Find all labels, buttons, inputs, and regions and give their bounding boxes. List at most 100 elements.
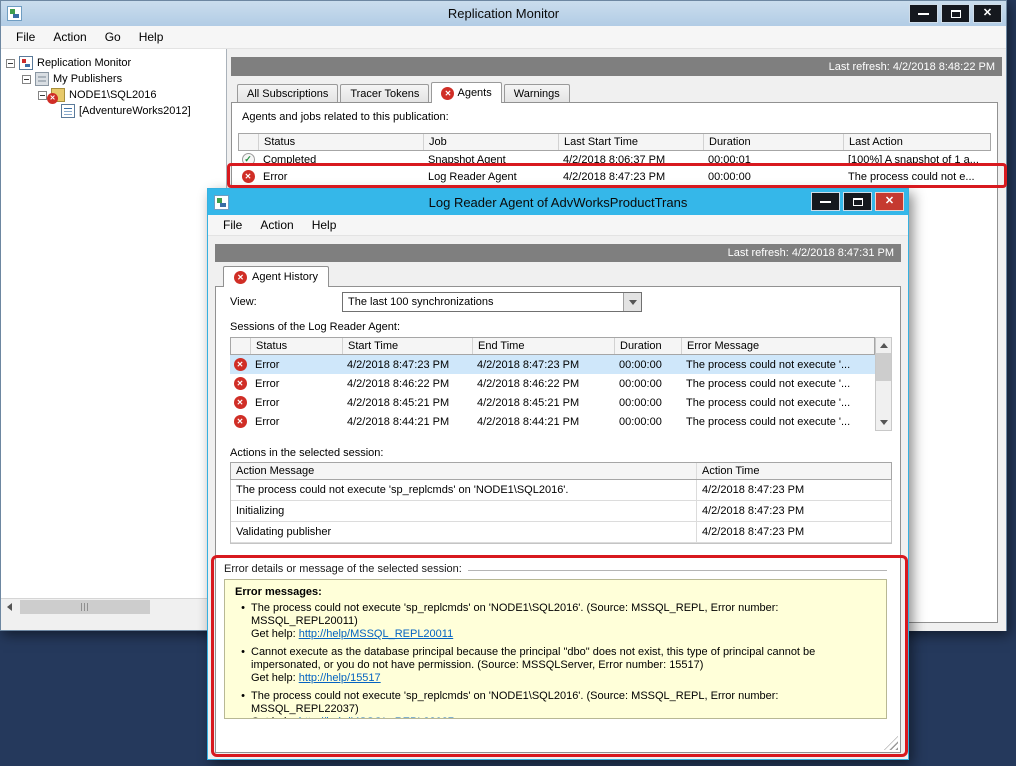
maximize-icon: [951, 10, 961, 18]
view-dropdown[interactable]: The last 100 synchronizations: [342, 292, 642, 312]
collapse-icon[interactable]: [38, 91, 47, 100]
cell-start-time: 4/2/2018 8:45:21 PM: [342, 393, 472, 412]
agents-table-header[interactable]: Status Job Last Start Time Duration Last…: [238, 133, 991, 151]
column-header-icon[interactable]: [239, 134, 259, 150]
table-row-log-reader-agent[interactable]: ✕ Error Log Reader Agent 4/2/2018 8:47:2…: [238, 168, 991, 185]
menu-action[interactable]: Action: [44, 27, 95, 47]
dialog-maximize-button[interactable]: [843, 192, 872, 211]
column-header-duration[interactable]: Duration: [615, 338, 682, 354]
cell-job: Snapshot Agent: [423, 151, 558, 168]
error-status-icon: ✕: [234, 377, 247, 390]
error-message-item: • The process could not execute 'sp_repl…: [235, 602, 876, 641]
tab-agents[interactable]: ✕ Agents: [431, 82, 501, 103]
action-row[interactable]: Initializing 4/2/2018 8:47:23 PM: [231, 501, 891, 522]
cell-action-message: Validating publisher: [231, 522, 697, 542]
column-header-last-action[interactable]: Last Action: [844, 134, 990, 150]
collapse-icon[interactable]: [22, 75, 31, 84]
dropdown-button[interactable]: [623, 293, 641, 311]
tree-item-my-publishers[interactable]: My Publishers: [1, 71, 226, 87]
server-error-icon: ✕: [51, 88, 65, 102]
session-row[interactable]: ✕ Error 4/2/2018 8:44:21 PM 4/2/2018 8:4…: [230, 412, 875, 431]
cell-last-start-time: 4/2/2018 8:06:37 PM: [558, 151, 703, 168]
session-row[interactable]: ✕ Error 4/2/2018 8:46:22 PM 4/2/2018 8:4…: [230, 374, 875, 393]
collapse-icon[interactable]: [6, 59, 15, 68]
menu-go[interactable]: Go: [96, 27, 130, 47]
column-header-action-message[interactable]: Action Message: [231, 463, 697, 479]
scroll-down-button[interactable]: [876, 415, 891, 430]
column-header-end-time[interactable]: End Time: [473, 338, 615, 354]
tree-item-node1-sql2016[interactable]: ✕ NODE1\SQL2016: [1, 87, 226, 103]
main-titlebar[interactable]: Replication Monitor ✕: [1, 1, 1006, 26]
scroll-up-button[interactable]: [876, 338, 891, 353]
column-header-action-time[interactable]: Action Time: [697, 463, 891, 479]
cell-end-time: 4/2/2018 8:47:23 PM: [472, 355, 614, 374]
scrollbar-thumb[interactable]: [876, 353, 891, 381]
scroll-left-button[interactable]: [1, 599, 18, 615]
tree-item-adventureworks2012[interactable]: [AdventureWorks2012]: [1, 103, 226, 119]
sessions-table-header[interactable]: Status Start Time End Time Duration Erro…: [230, 337, 875, 355]
minimize-button[interactable]: [909, 4, 938, 23]
maximize-icon: [853, 198, 863, 206]
menu-file[interactable]: File: [7, 27, 44, 47]
dialog-menu-file[interactable]: File: [214, 215, 251, 235]
publisher-tree-pane: Replication Monitor My Publishers ✕ NODE…: [1, 49, 227, 615]
tab-warnings[interactable]: Warnings: [504, 84, 570, 102]
sessions-vertical-scrollbar[interactable]: [875, 337, 892, 431]
column-header-error-message[interactable]: Error Message: [682, 338, 874, 354]
tab-label: Agent History: [252, 271, 318, 283]
session-row[interactable]: ✕ Error 4/2/2018 8:45:21 PM 4/2/2018 8:4…: [230, 393, 875, 412]
dialog-last-refresh-bar: Last refresh: 4/2/2018 8:47:31 PM: [215, 244, 901, 262]
action-row[interactable]: Validating publisher 4/2/2018 8:47:23 PM: [231, 522, 891, 543]
scrollbar-track[interactable]: [18, 599, 209, 615]
resize-grip[interactable]: [884, 736, 898, 750]
tab-all-subscriptions[interactable]: All Subscriptions: [237, 84, 338, 102]
arrow-down-icon: [880, 420, 888, 425]
caption-divider: [468, 570, 887, 575]
dialog-app-icon: [214, 195, 229, 210]
help-link[interactable]: http://help/15517: [299, 672, 381, 684]
menu-help[interactable]: Help: [130, 27, 173, 47]
dialog-close-button[interactable]: ✕: [875, 192, 904, 211]
view-dropdown-value: The last 100 synchronizations: [348, 296, 494, 308]
dialog-titlebar[interactable]: Log Reader Agent of AdvWorksProductTrans…: [208, 189, 908, 215]
publication-tabs: All Subscriptions Tracer Tokens ✕ Agents…: [237, 82, 572, 103]
tab-agent-history[interactable]: ✕ Agent History: [223, 266, 329, 287]
dialog-menu-action[interactable]: Action: [251, 215, 302, 235]
column-header-icon[interactable]: [231, 338, 251, 354]
column-header-duration[interactable]: Duration: [704, 134, 844, 150]
dialog-minimize-button[interactable]: [811, 192, 840, 211]
table-row-snapshot-agent[interactable]: ✓ Completed Snapshot Agent 4/2/2018 8:06…: [238, 151, 991, 168]
action-row[interactable]: The process could not execute 'sp_replcm…: [231, 480, 891, 501]
error-text: The process could not execute 'sp_replcm…: [251, 602, 778, 627]
cell-error-message: The process could not execute '...: [681, 412, 875, 431]
error-status-icon: ✕: [441, 87, 454, 100]
tree-item-replication-monitor[interactable]: Replication Monitor: [1, 55, 226, 71]
column-header-job[interactable]: Job: [424, 134, 559, 150]
column-header-start-time[interactable]: Start Time: [343, 338, 473, 354]
scrollbar-thumb[interactable]: [20, 600, 150, 614]
cell-action-time: 4/2/2018 8:47:23 PM: [697, 480, 891, 500]
close-button[interactable]: ✕: [973, 4, 1002, 23]
cell-error-message: The process could not execute '...: [681, 393, 875, 412]
replication-monitor-icon: [19, 56, 33, 70]
get-help-label: Get help:: [251, 628, 299, 640]
help-link[interactable]: http://help/MSSQL_REPL20011: [299, 628, 454, 640]
column-header-last-start-time[interactable]: Last Start Time: [559, 134, 704, 150]
help-link[interactable]: http://help/MSSQL_REPL22037: [299, 716, 454, 719]
session-row[interactable]: ✕ Error 4/2/2018 8:47:23 PM 4/2/2018 8:4…: [230, 355, 875, 374]
actions-table-header[interactable]: Action Message Action Time: [230, 462, 892, 480]
column-header-status[interactable]: Status: [259, 134, 424, 150]
column-header-status[interactable]: Status: [251, 338, 343, 354]
get-help-label: Get help:: [251, 672, 299, 684]
cell-action-message: The process could not execute 'sp_replcm…: [231, 480, 697, 500]
dialog-menu-help[interactable]: Help: [303, 215, 346, 235]
maximize-button[interactable]: [941, 4, 970, 23]
replication-monitor-app-icon: [7, 6, 22, 21]
tree-horizontal-scrollbar[interactable]: [1, 598, 226, 615]
bullet-icon: •: [235, 602, 251, 641]
error-details-box: Error messages: • The process could not …: [224, 579, 887, 719]
error-text: The process could not execute 'sp_replcm…: [251, 690, 778, 715]
scrollbar-track[interactable]: [876, 353, 891, 415]
tab-tracer-tokens[interactable]: Tracer Tokens: [340, 84, 429, 102]
error-details-label: Error details or message of the selected…: [224, 563, 462, 575]
